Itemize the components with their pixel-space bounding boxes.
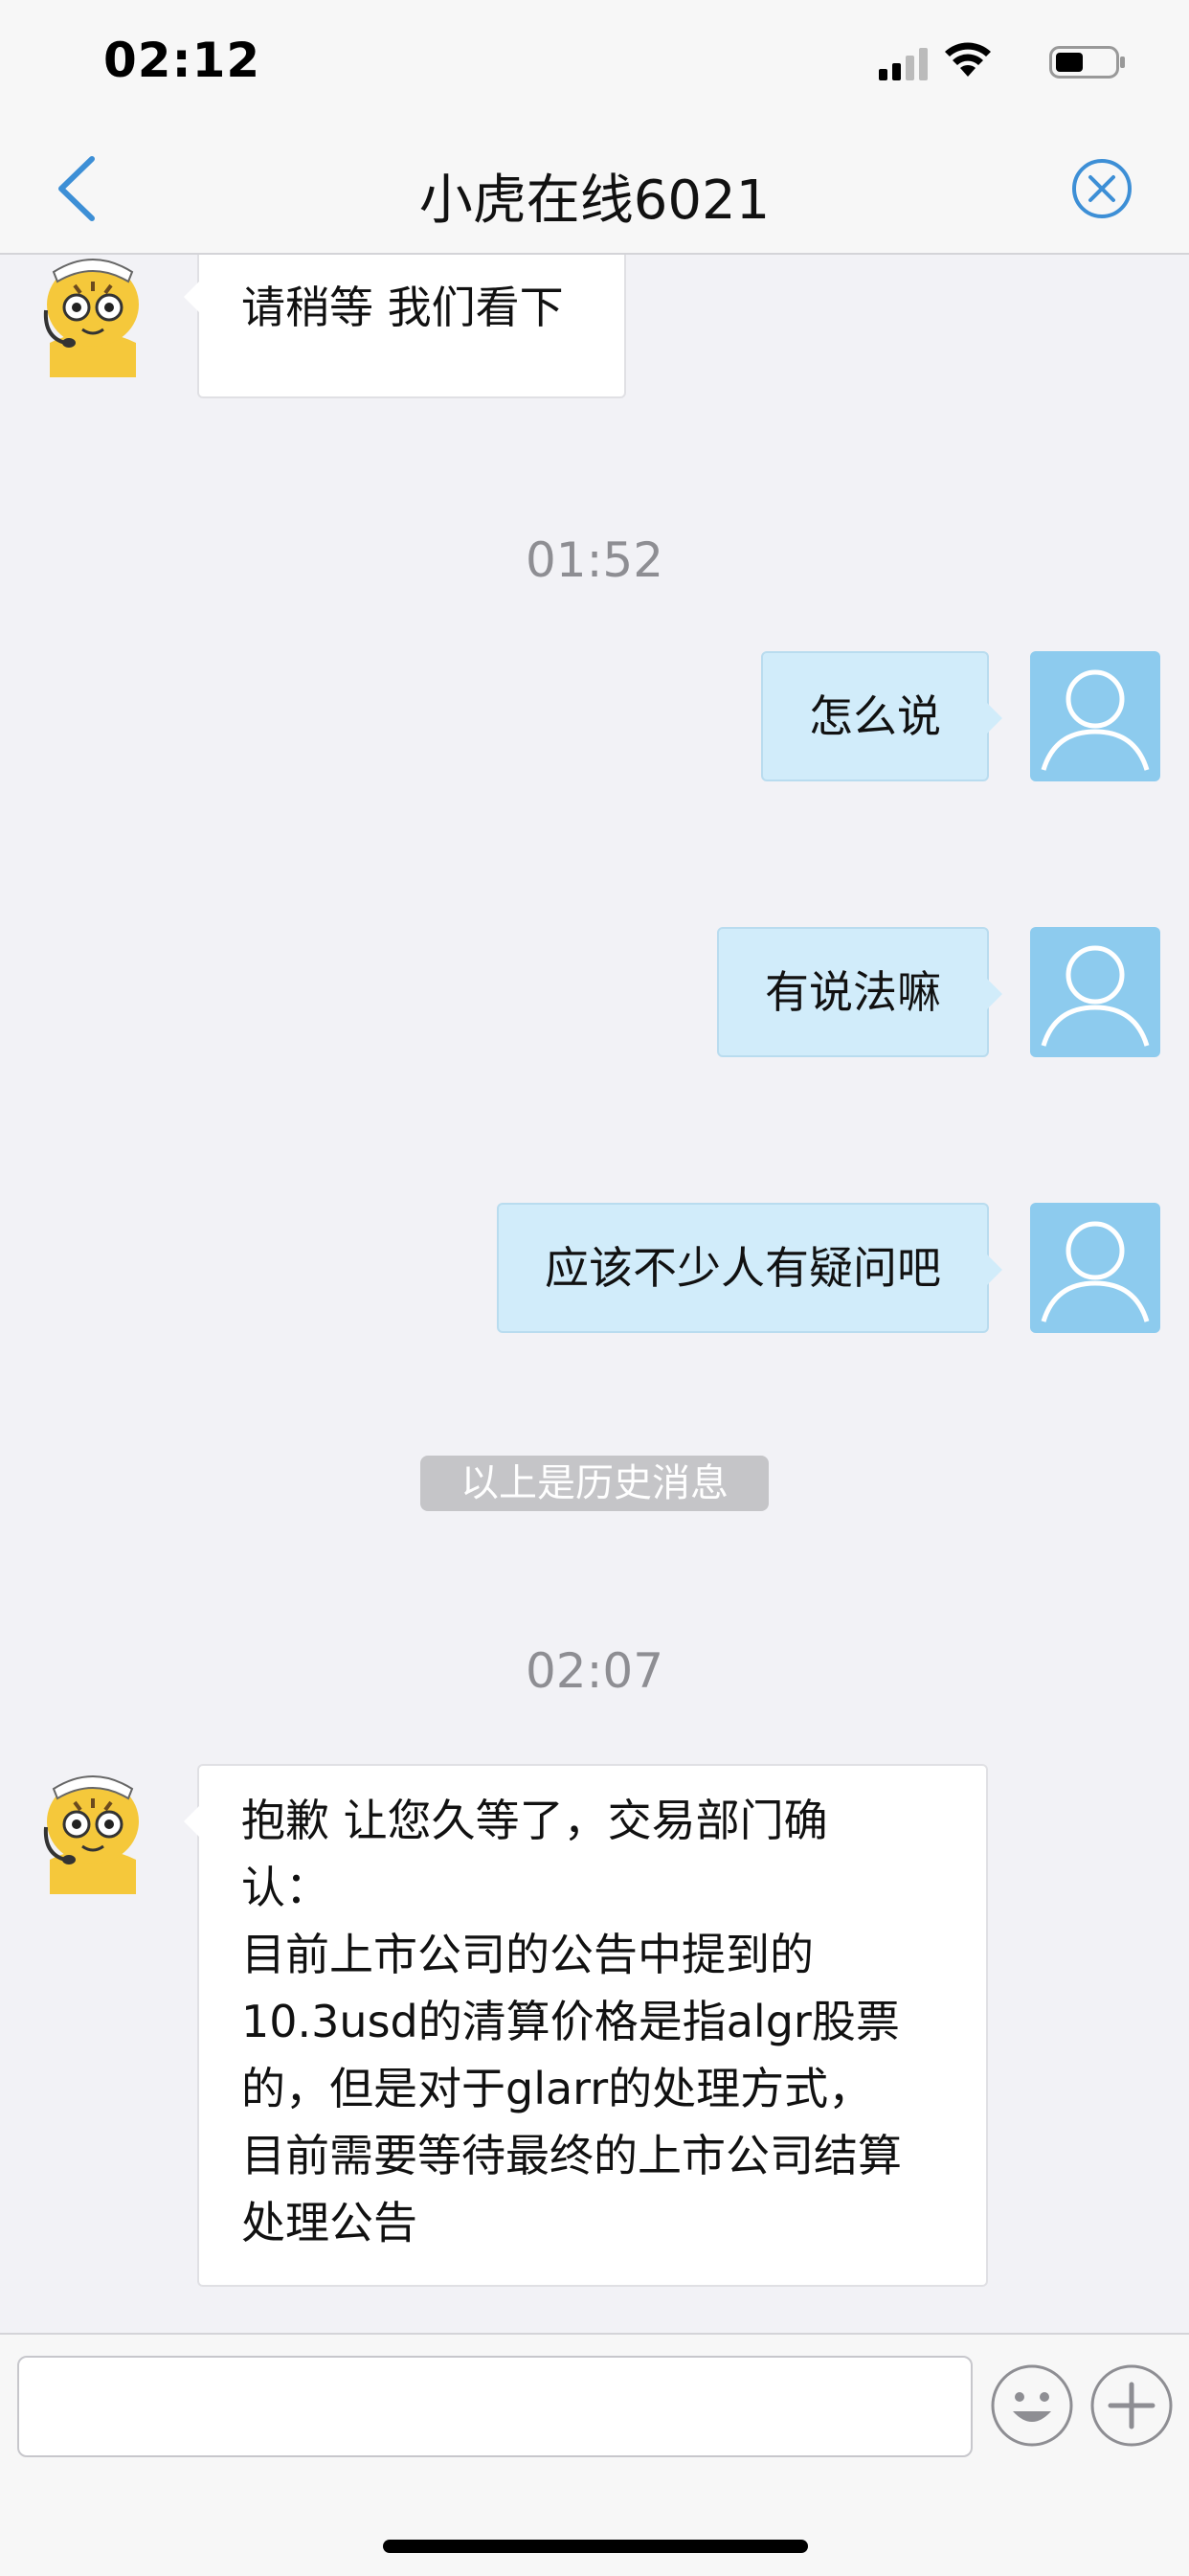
battery-icon: [1049, 46, 1125, 79]
message-line: 10.3usd的清算价格是指algr股票: [241, 1996, 900, 2047]
wifi-icon: [945, 42, 991, 77]
plus-button[interactable]: [1089, 2363, 1174, 2448]
agent-avatar[interactable]: [36, 1772, 149, 1894]
message-line: 的，但是对于glarr的处理方式，: [241, 2063, 873, 2114]
user-avatar[interactable]: [1030, 651, 1160, 781]
timestamp: 01:52: [525, 532, 664, 588]
close-circle-icon: [1072, 159, 1132, 218]
user-avatar-icon: [1041, 1221, 1150, 1322]
message-text: 怎么说: [809, 690, 941, 742]
agent-message-bubble[interactable]: 请稍等 我们看下: [184, 255, 626, 398]
history-divider: 以上是历史消息: [420, 1456, 769, 1511]
message-line: 处理公告: [241, 2197, 417, 2248]
message-text: 请稍等 我们看下: [241, 282, 564, 333]
user-message-bubble[interactable]: 应该不少人有疑问吧: [497, 1203, 1002, 1333]
chat-title: 小虎在线6021: [418, 169, 771, 232]
home-indicator[interactable]: [383, 2540, 808, 2553]
message-text: 有说法嘛: [765, 966, 941, 1018]
chat-area[interactable]: 请稍等 我们看下 01:52 怎么说 有说法嘛 应该不少人有疑问吧 以上是历史消…: [0, 255, 1189, 2333]
message-line: 目前上市公司的公告中提到的: [241, 1929, 814, 1980]
tiger-avatar-icon: [43, 259, 139, 377]
user-avatar-icon: [1041, 669, 1150, 771]
status-bar: 02:12: [0, 0, 1189, 124]
signal-icon: [879, 48, 928, 80]
status-icons: [877, 42, 1126, 80]
smiley-face-icon: [991, 2364, 1073, 2447]
emoji-button[interactable]: [990, 2363, 1074, 2448]
nav-bar: 小虎在线6021: [0, 124, 1189, 255]
user-avatar[interactable]: [1030, 927, 1160, 1057]
message-text: 应该不少人有疑问吧: [545, 1242, 941, 1294]
message-line: 认：: [241, 1862, 329, 1913]
timestamp: 02:07: [525, 1643, 664, 1699]
plus-circle-icon: [1090, 2364, 1173, 2447]
close-button[interactable]: [1070, 157, 1133, 220]
agent-message-bubble[interactable]: 抱歉 让您久等了，交易部门确 认： 目前上市公司的公告中提到的 10.3usd的…: [184, 1764, 988, 2287]
input-bar: [0, 2333, 1189, 2576]
user-avatar[interactable]: [1030, 1203, 1160, 1333]
agent-avatar[interactable]: [36, 255, 149, 377]
status-time: 02:12: [103, 33, 261, 88]
message-line: 目前需要等待最终的上市公司结算: [241, 2130, 902, 2181]
tiger-avatar-icon: [43, 1775, 139, 1894]
user-avatar-icon: [1041, 945, 1150, 1047]
message-line: 抱歉 让您久等了，交易部门确: [241, 1795, 828, 1846]
user-message-bubble[interactable]: 怎么说: [761, 651, 1002, 781]
user-message-bubble[interactable]: 有说法嘛: [717, 927, 1002, 1057]
message-input[interactable]: [17, 2356, 973, 2457]
